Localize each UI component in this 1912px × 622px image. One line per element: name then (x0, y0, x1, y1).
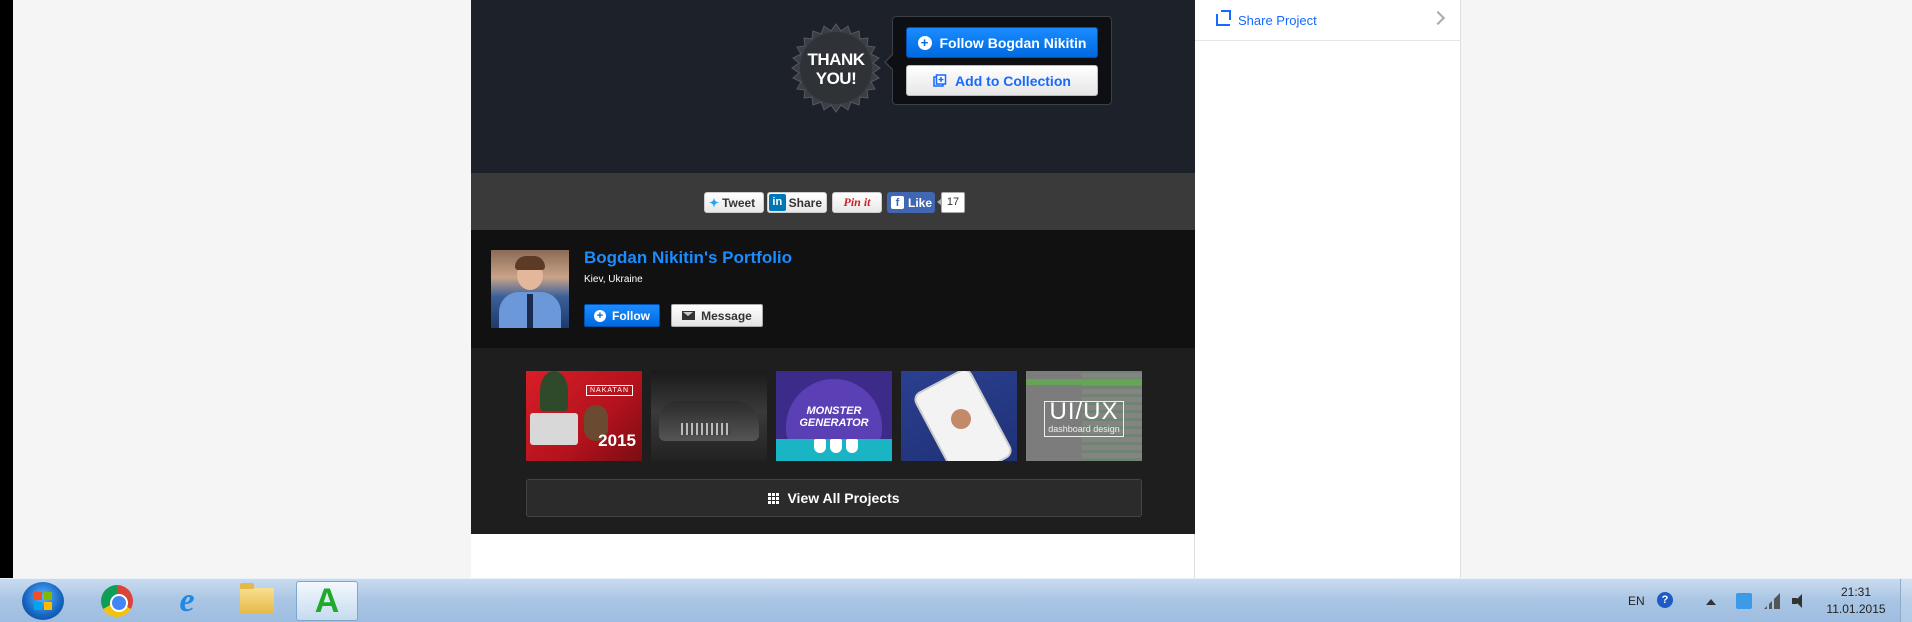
follow-owner-button[interactable]: + Follow Bogdan Nikitin (906, 27, 1098, 58)
start-button[interactable] (22, 582, 64, 620)
linkedin-share-label: Share (788, 195, 822, 210)
windows-logo-icon (34, 592, 52, 610)
left-edge-bar (0, 0, 13, 578)
chrome-icon (101, 585, 133, 617)
twitter-bird-icon: ✦ (709, 195, 720, 210)
help-icon[interactable]: ? (1657, 592, 1673, 608)
plus-circle-icon: + (917, 35, 932, 50)
chevron-right-icon (1430, 10, 1446, 26)
collection-add-icon (933, 73, 947, 87)
thumb-uiux-text: UI/UX (1049, 398, 1119, 425)
dropbox-icon[interactable] (1736, 593, 1752, 609)
project-thumbnail[interactable]: MONSTER GENERATOR (776, 371, 892, 461)
linkedin-share-button[interactable]: in Share (767, 192, 827, 213)
message-button[interactable]: Message (671, 304, 763, 327)
owner-avatar[interactable] (491, 250, 569, 328)
linkedin-icon: in (769, 194, 786, 211)
internet-explorer-icon: e (179, 582, 195, 619)
taskbar-internet-explorer[interactable]: e (156, 581, 218, 621)
plus-circle-icon: + (594, 309, 606, 322)
thumb-year-text: 2015 (598, 431, 636, 450)
owner-portfolio-link[interactable]: Bogdan Nikitin's Portfolio (584, 248, 792, 268)
social-share-row: ✦ Tweet in Share Pin it f Like 17 (471, 173, 1195, 230)
thank-you-badge: THANK YOU! (791, 23, 881, 113)
thumb-uiux-subtext: dashboard design (1048, 424, 1120, 434)
follow-cta-box: + Follow Bogdan Nikitin Add to Collectio… (884, 16, 1112, 105)
pinit-button[interactable]: Pin it (832, 192, 882, 213)
windows-taskbar: e A EN ? 21:31 11.01.2015 (0, 578, 1912, 622)
follow-label: Follow (612, 308, 650, 323)
facebook-icon: f (891, 196, 904, 209)
right-sidebar: Share Project (1195, 0, 1461, 578)
thumb-monster-text: MONSTER GENERATOR (799, 405, 869, 429)
view-all-projects-button[interactable]: View All Projects (526, 479, 1142, 517)
add-to-collection-label: Add to Collection (955, 72, 1071, 89)
grid-icon (768, 492, 780, 504)
envelope-icon (682, 311, 696, 320)
view-all-projects-label: View All Projects (787, 490, 900, 506)
volume-icon[interactable] (1792, 593, 1808, 609)
follow-button[interactable]: + Follow (584, 304, 660, 327)
taskbar-chrome[interactable] (86, 581, 148, 621)
more-projects-section: NAKATAN 2015 MONSTER GENERATOR UI/UX das… (471, 348, 1195, 534)
facebook-like-label: Like (908, 195, 933, 210)
taskbar-active-app[interactable]: A (296, 581, 358, 621)
follow-owner-label: Follow Bogdan Nikitin (939, 34, 1087, 51)
project-column: THANK YOU! + Follow Bogdan Nikitin Add t… (471, 0, 1195, 578)
taskbar-explorer[interactable] (226, 581, 288, 621)
show-desktop-button[interactable] (1900, 579, 1912, 622)
share-project-label: Share Project (1238, 12, 1317, 28)
facebook-like-button[interactable]: f Like (887, 192, 935, 213)
language-indicator[interactable]: EN (1628, 594, 1645, 608)
clock-time: 21:31 (1840, 585, 1872, 599)
green-a-app-icon: A (314, 582, 340, 620)
tweet-button[interactable]: ✦ Tweet (704, 192, 764, 213)
system-clock[interactable]: 21:31 11.01.2015 (1818, 584, 1894, 618)
share-icon (1216, 14, 1230, 26)
thumb-badge-text: NAKATAN (586, 385, 634, 396)
clock-date: 11.01.2015 (1826, 602, 1886, 616)
tweet-label: Tweet (722, 195, 756, 210)
project-thumbnail[interactable] (901, 371, 1017, 461)
share-project-item[interactable]: Share Project (1195, 0, 1461, 41)
thank-you-area: THANK YOU! + Follow Bogdan Nikitin Add t… (471, 0, 1195, 173)
folder-icon (240, 583, 274, 614)
facebook-like-count: 17 (937, 192, 965, 213)
owner-location: Kiev, Ukraine (584, 274, 643, 285)
project-thumbnail[interactable]: UI/UX dashboard design (1026, 371, 1142, 461)
badge-text: THANK YOU! (807, 50, 866, 88)
pinit-label: Pin it (843, 195, 871, 209)
owner-section: Bogdan Nikitin's Portfolio Kiev, Ukraine… (471, 230, 1195, 348)
show-hidden-icons-icon[interactable] (1706, 599, 1716, 605)
project-thumbnail[interactable] (651, 371, 767, 461)
network-signal-icon[interactable] (1764, 593, 1780, 609)
message-label: Message (701, 308, 752, 323)
project-thumbnail[interactable]: NAKATAN 2015 (526, 371, 642, 461)
add-to-collection-button[interactable]: Add to Collection (906, 65, 1098, 96)
